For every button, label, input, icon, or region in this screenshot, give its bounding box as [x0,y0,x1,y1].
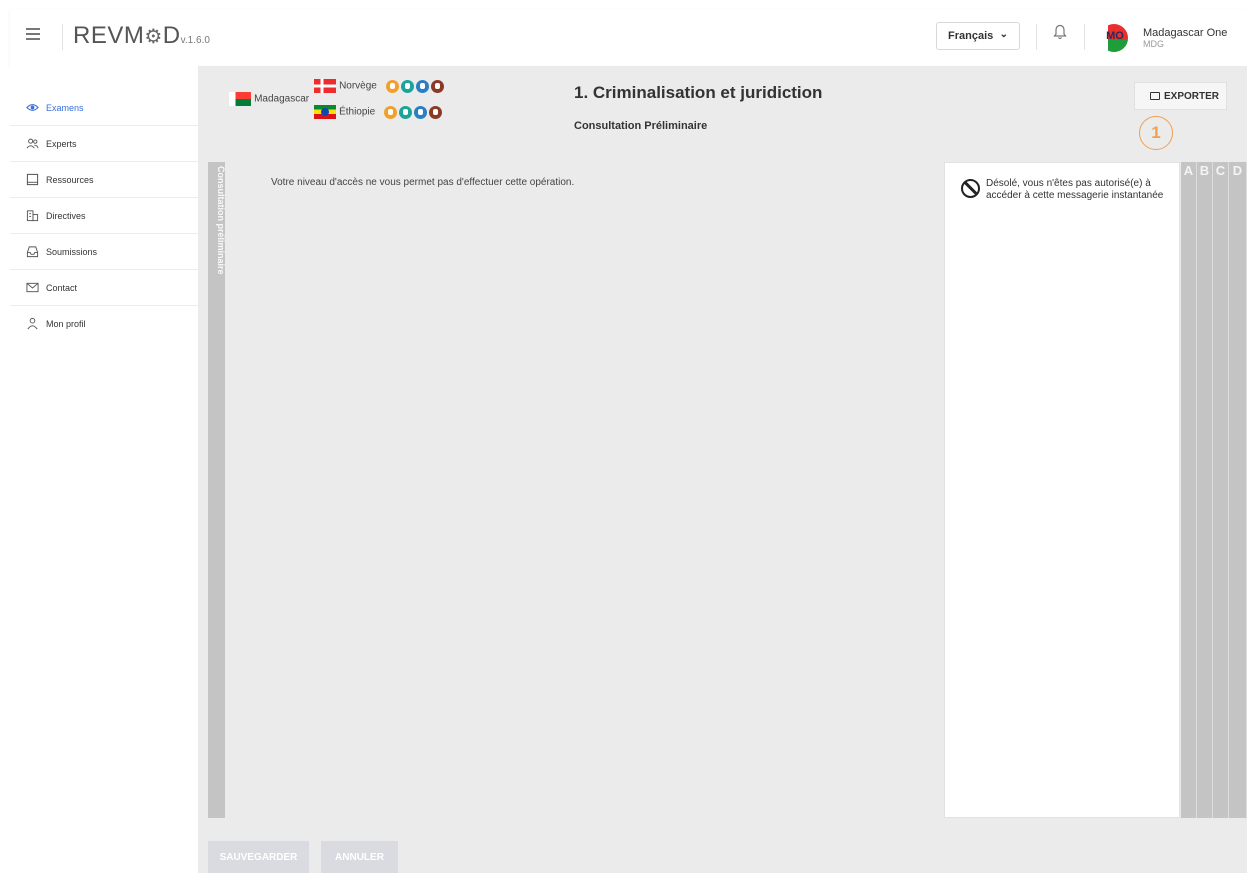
sidebar-item-ressources[interactable]: Ressources [10,162,198,198]
chat-panel: Désolé, vous n'êtes pas autorisé(e) à ac… [944,162,1180,818]
sidebar-item-experts[interactable]: Experts [10,126,198,162]
role-badge-icon [399,105,413,119]
eye-icon [26,104,39,111]
main-content: Madagascar Norvège Éthiopie 1. Criminali… [198,66,1247,873]
envelope-icon [26,282,39,293]
cancel-button[interactable]: ANNULER [321,841,398,873]
divider [1084,24,1085,50]
country-name: Madagascar [254,93,310,105]
bell-icon[interactable] [1053,24,1067,40]
language-select[interactable]: Français ⌄ [936,22,1020,50]
reviewer-name: Norvège [339,80,377,92]
language-label: Français [948,30,994,42]
book-icon [26,173,39,186]
role-badge-icon [415,79,429,93]
save-button[interactable]: SAUVEGARDER [208,841,309,873]
access-denied-message: Votre niveau d'accès ne vous permet pas … [271,177,575,188]
role-badges [385,79,446,93]
export-button[interactable]: EXPORTER [1134,82,1227,110]
user-code: MDG [1143,39,1164,49]
section-vertical-tab[interactable]: Consultation préliminaire [208,162,226,818]
user-icon [27,317,38,330]
reviewer-row: Éthiopie [314,105,444,119]
user-name[interactable]: Madagascar One [1143,27,1227,39]
app-logo: REVM⚙Dv.1.6.0 [73,22,210,49]
top-bar: REVM⚙Dv.1.6.0 Français ⌄ MO Madagascar O… [10,10,1247,66]
vertical-tab-label: Consultation préliminaire [216,166,226,275]
sidebar-item-examens[interactable]: Examens [10,90,198,126]
column-a[interactable]: A [1181,162,1197,818]
role-badges [384,105,444,119]
page-subtitle: Consultation Préliminaire [574,120,708,132]
ethiopia-flag-icon [314,105,336,119]
column-c[interactable]: C [1213,162,1229,818]
inbox-icon [26,246,39,258]
divider [1036,24,1037,50]
reviewed-country: Madagascar [229,92,309,106]
column-b[interactable]: B [1197,162,1213,818]
role-badge-icon [430,79,444,93]
buildings-icon [26,210,39,222]
sidebar-item-label: Contact [46,283,78,293]
users-icon [26,138,39,149]
callout-marker: 1 [1139,116,1173,150]
role-badge-icon [384,105,398,119]
avatar-initials: MO [1106,30,1124,42]
sidebar-item-directives[interactable]: Directives [10,198,198,234]
chevron-down-icon: ⌄ [999,29,1008,40]
sidebar-item-label: Examens [46,103,84,113]
madagascar-flag-icon [229,92,251,106]
sidebar-item-mon-profil[interactable]: Mon profil [10,306,198,342]
gear-icon: ⚙ [144,26,163,48]
app-version: v.1.6.0 [180,35,210,46]
sidebar: Examens Experts Ressources Directives So… [10,66,198,873]
sidebar-item-contact[interactable]: Contact [10,270,198,306]
letter-columns: A B C D [1181,162,1247,818]
sidebar-item-soumissions[interactable]: Soumissions [10,234,198,270]
sidebar-item-label: Mon profil [46,319,86,329]
chat-denied-message: Désolé, vous n'êtes pas autorisé(e) à ac… [986,178,1164,201]
export-label: EXPORTER [1164,91,1220,102]
role-badge-icon [400,79,414,93]
sidebar-item-label: Soumissions [46,247,98,257]
role-badge-icon [414,105,428,119]
divider [62,24,63,50]
column-d[interactable]: D [1229,162,1247,818]
sidebar-item-label: Ressources [46,175,94,185]
role-badge-icon [385,79,399,93]
reviewer-name: Éthiopie [339,106,376,118]
role-badge-icon [429,105,443,119]
sidebar-item-label: Experts [46,139,77,149]
printer-icon [1150,92,1160,100]
page-title: 1. Criminalisation et juridiction [574,83,823,102]
menu-icon[interactable] [26,28,40,40]
sidebar-item-label: Directives [46,211,86,221]
no-entry-icon [961,179,980,198]
norway-flag-icon [314,79,336,93]
reviewer-row: Norvège [314,79,446,93]
